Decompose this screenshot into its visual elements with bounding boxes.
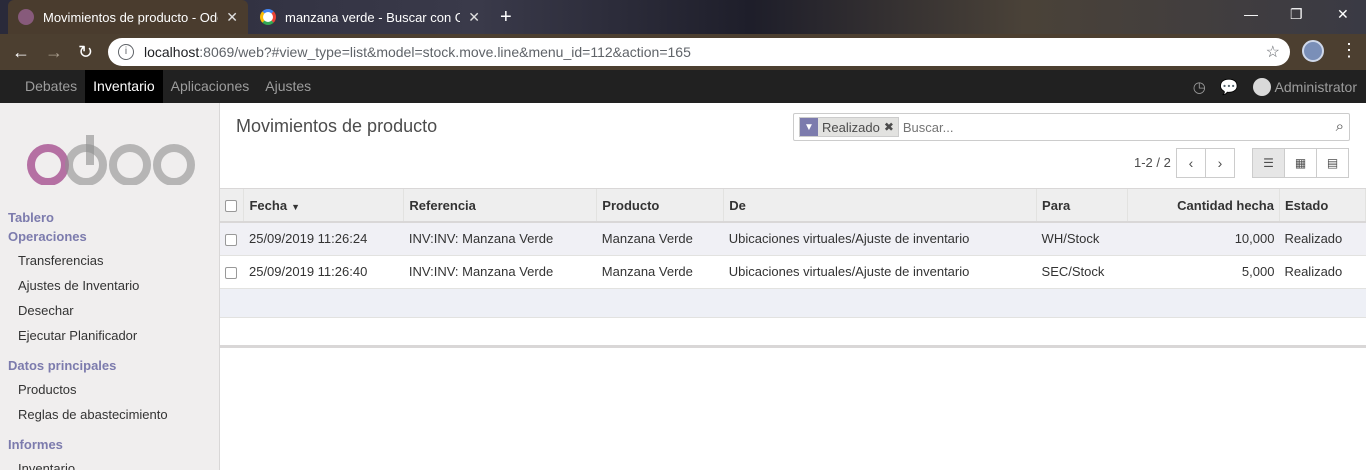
cell-producto: Manzana Verde xyxy=(596,255,724,289)
kanban-view-icon[interactable]: ▦ xyxy=(1284,148,1317,178)
facet-label: Realizado xyxy=(822,119,880,135)
search-icon[interactable]: ⌕ xyxy=(1336,118,1344,135)
cell-para: WH/Stock xyxy=(1036,222,1128,256)
cell-fecha: 25/09/2019 11:26:40 xyxy=(243,255,404,289)
cell-estado: Realizado xyxy=(1279,222,1366,256)
row-checkbox[interactable] xyxy=(220,255,244,289)
table-row[interactable]: 25/09/2019 11:26:40 INV:INV: Manzana Ver… xyxy=(220,255,1366,289)
close-icon[interactable]: ✕ xyxy=(468,9,480,26)
main-content: Movimientos de producto ▼ Realizado ✖ ⌕ … xyxy=(220,103,1366,470)
page-title: Movimientos de producto xyxy=(236,116,438,136)
cell-referencia: INV:INV: Manzana Verde xyxy=(403,255,597,289)
url-path: :8069/web?#view_type=list&model=stock.mo… xyxy=(199,44,691,60)
activity-clock-icon[interactable]: ◷ xyxy=(1193,78,1206,96)
sidebar-item-ajustes-inventario[interactable]: Ajustes de Inventario xyxy=(18,278,139,293)
pager-previous-button[interactable]: ‹ xyxy=(1176,148,1206,178)
info-icon[interactable]: i xyxy=(118,44,134,60)
table-header: Fecha ▼ Referencia Producto De Para Canti… xyxy=(220,189,1366,223)
forward-icon[interactable]: → xyxy=(45,42,63,63)
avatar[interactable] xyxy=(1252,77,1271,96)
empty-row xyxy=(220,317,1366,348)
facet-remove-icon[interactable]: ✖ xyxy=(884,120,898,134)
search-box[interactable]: ▼ Realizado ✖ ⌕ xyxy=(793,113,1350,141)
menu-debates[interactable]: Debates xyxy=(17,70,85,103)
sidebar-section-informes: Informes xyxy=(8,437,63,452)
odoo-top-navbar: Debates Inventario Aplicaciones Ajustes … xyxy=(0,70,1366,103)
pivot-view-icon[interactable]: ▤ xyxy=(1316,148,1349,178)
maximize-icon[interactable]: ❐ xyxy=(1290,6,1303,23)
bookmark-star-icon[interactable]: ☆ xyxy=(1266,42,1280,62)
control-panel: Movimientos de producto ▼ Realizado ✖ ⌕ … xyxy=(220,103,1366,189)
column-header-fecha[interactable]: Fecha ▼ xyxy=(243,189,405,223)
sidebar-section-operaciones: Operaciones xyxy=(8,229,87,244)
browser-tab-odoo[interactable]: Movimientos de producto - Odoo ✕ xyxy=(8,0,248,34)
pager-next-button[interactable]: › xyxy=(1205,148,1235,178)
profile-avatar-icon[interactable] xyxy=(1302,40,1324,62)
cell-fecha: 25/09/2019 11:26:24 xyxy=(243,222,404,256)
back-icon[interactable]: ← xyxy=(12,42,30,63)
browser-toolbar: ← → ↻ i localhost:8069/web?#view_type=li… xyxy=(0,34,1366,70)
sidebar-item-inventario[interactable]: Inventario xyxy=(18,461,75,470)
pager-value[interactable]: 1-2 / 2 xyxy=(1134,155,1171,170)
cell-estado: Realizado xyxy=(1279,255,1366,289)
list-view-icon[interactable]: ☰ xyxy=(1252,148,1285,178)
sidebar-section-tablero[interactable]: Tablero xyxy=(8,210,54,225)
search-facet: ▼ Realizado ✖ xyxy=(799,117,899,137)
browser-tab-strip: Movimientos de producto - Odoo ✕ manzana… xyxy=(0,0,1366,34)
filter-icon: ▼ xyxy=(800,118,818,136)
sidebar-item-productos[interactable]: Productos xyxy=(18,382,77,397)
column-header-cantidad-hecha[interactable]: Cantidad hecha xyxy=(1127,189,1280,223)
systray: ◷ 💬 Administrator xyxy=(1193,70,1357,103)
column-header-producto[interactable]: Producto xyxy=(596,189,725,223)
menu-ajustes[interactable]: Ajustes xyxy=(257,70,319,103)
reload-icon[interactable]: ↻ xyxy=(78,42,93,63)
empty-row xyxy=(220,288,1366,318)
sidebar-section-datos-principales: Datos principales xyxy=(8,358,117,373)
sort-desc-icon: ▼ xyxy=(291,201,300,212)
cell-cantidad: 5,000 xyxy=(1127,255,1280,289)
odoo-favicon-icon xyxy=(18,9,34,25)
address-bar[interactable]: i localhost:8069/web?#view_type=list&mod… xyxy=(108,38,1290,66)
sidebar-item-reglas-abastecimiento[interactable]: Reglas de abastecimiento xyxy=(18,407,168,422)
sidebar-item-desechar[interactable]: Desechar xyxy=(18,303,74,318)
column-header-para[interactable]: Para xyxy=(1036,189,1129,223)
browser-menu-icon[interactable]: ⋮ xyxy=(1340,40,1358,61)
cell-cantidad: 10,000 xyxy=(1127,222,1280,256)
tab-title: manzana verde - Buscar con Google xyxy=(285,9,461,25)
app-menu: Debates Inventario Aplicaciones Ajustes xyxy=(17,70,319,103)
user-name[interactable]: Administrator xyxy=(1275,79,1357,95)
cell-de: Ubicaciones virtuales/Ajuste de inventar… xyxy=(723,222,1037,256)
column-header-de[interactable]: De xyxy=(723,189,1038,223)
close-icon[interactable]: ✕ xyxy=(226,9,238,26)
cell-de: Ubicaciones virtuales/Ajuste de inventar… xyxy=(723,255,1037,289)
menu-aplicaciones[interactable]: Aplicaciones xyxy=(163,70,258,103)
column-header-estado[interactable]: Estado xyxy=(1279,189,1366,223)
select-all-checkbox[interactable] xyxy=(220,189,245,223)
browser-tab-google[interactable]: manzana verde - Buscar con Google ✕ xyxy=(250,0,490,34)
google-favicon-icon xyxy=(260,9,276,25)
odoo-logo xyxy=(27,135,195,185)
table-row[interactable]: 25/09/2019 11:26:24 INV:INV: Manzana Ver… xyxy=(220,222,1366,256)
window-close-icon[interactable]: ✕ xyxy=(1337,6,1349,23)
chat-bubbles-icon[interactable]: 💬 xyxy=(1220,78,1239,96)
search-input[interactable] xyxy=(902,119,1323,135)
minimize-icon[interactable]: — xyxy=(1244,6,1258,22)
new-tab-icon[interactable]: + xyxy=(500,6,512,29)
row-checkbox[interactable] xyxy=(220,222,244,256)
cell-producto: Manzana Verde xyxy=(596,222,724,256)
sidebar: Tablero Operaciones Transferencias Ajust… xyxy=(0,103,220,470)
cell-para: SEC/Stock xyxy=(1036,255,1128,289)
tab-title: Movimientos de producto - Odoo xyxy=(43,9,219,25)
cell-referencia: INV:INV: Manzana Verde xyxy=(403,222,597,256)
stock-move-line-table: Fecha ▼ Referencia Producto De Para Canti… xyxy=(220,189,1366,348)
sidebar-item-ejecutar-planificador[interactable]: Ejecutar Planificador xyxy=(18,328,137,343)
url-host: localhost xyxy=(144,44,200,60)
sidebar-item-transferencias[interactable]: Transferencias xyxy=(18,253,104,268)
menu-inventario[interactable]: Inventario xyxy=(85,70,163,103)
column-header-referencia[interactable]: Referencia xyxy=(403,189,598,223)
